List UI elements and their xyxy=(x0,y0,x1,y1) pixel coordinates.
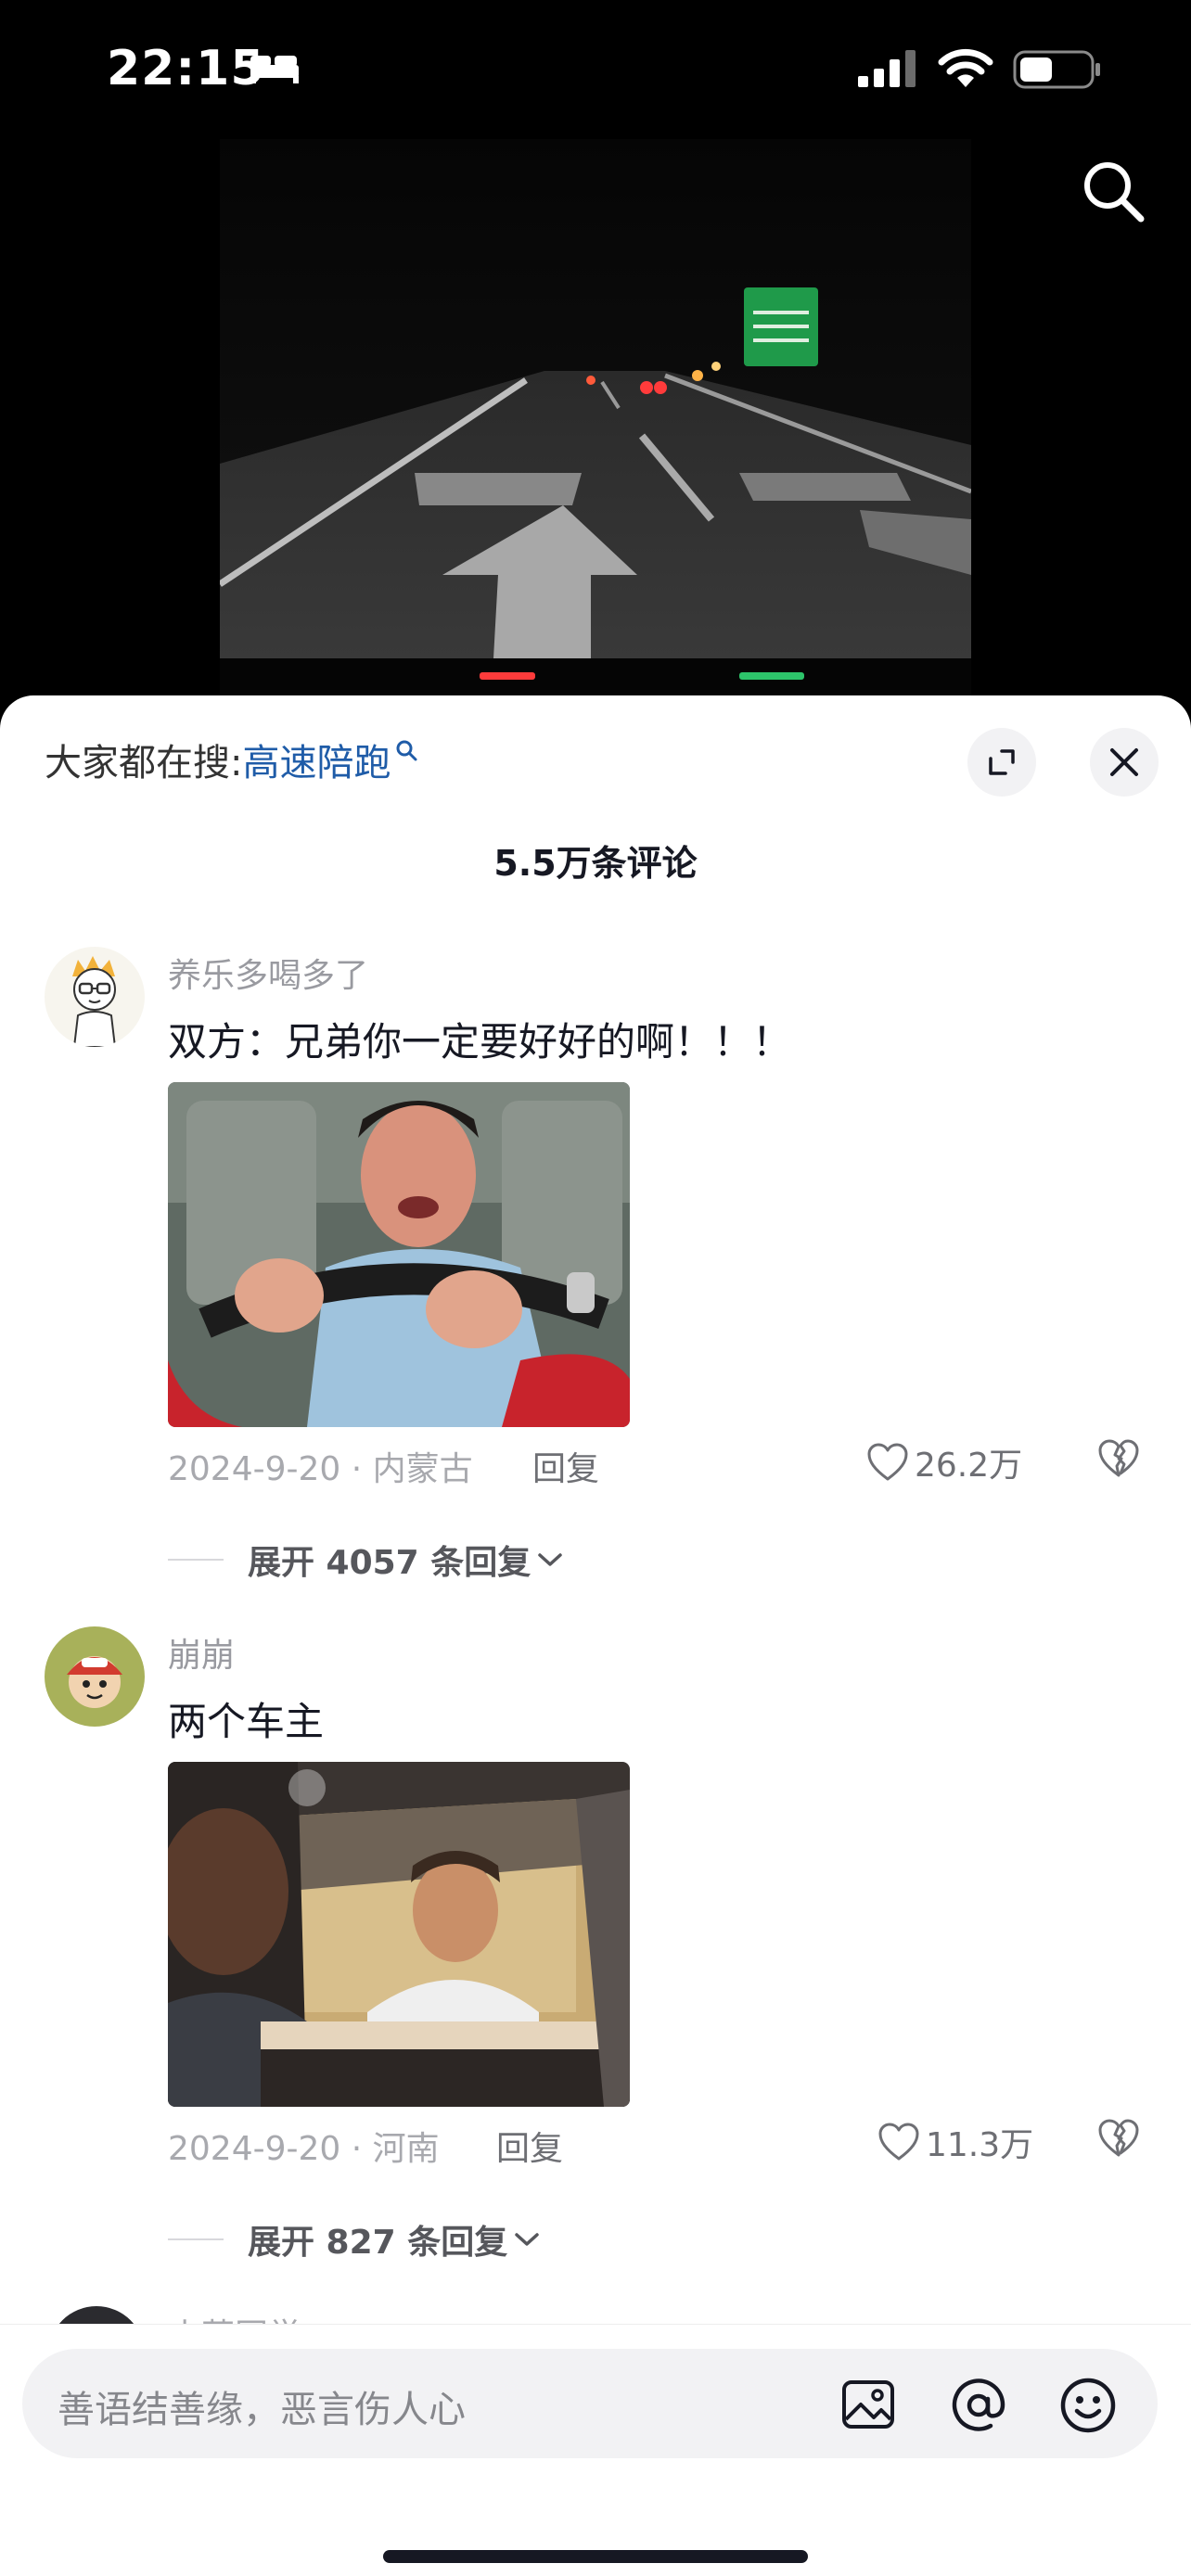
expand-replies-button[interactable]: 展开 827 条回复 xyxy=(168,2215,541,2264)
like-button[interactable]: 26.2万 xyxy=(866,1438,1022,1486)
mention-button[interactable] xyxy=(950,2377,1007,2438)
reply-button[interactable]: 回复 xyxy=(532,1442,599,1490)
expand-icon xyxy=(989,749,1015,775)
video-player[interactable] xyxy=(220,139,971,695)
comment-input-bar: 善语结善缘，恶言伤人心 xyxy=(0,2324,1191,2576)
chevron-down-icon xyxy=(538,1553,563,1566)
heart-icon xyxy=(867,1443,908,1481)
cellular-signal-icon xyxy=(858,50,916,87)
emoji-icon xyxy=(1060,2378,1116,2433)
at-icon xyxy=(952,2378,1005,2431)
comment-image[interactable] xyxy=(168,1082,630,1427)
image-button[interactable] xyxy=(840,2377,896,2436)
avatar-image xyxy=(45,1626,145,1727)
close-sheet-button[interactable] xyxy=(1090,728,1159,797)
crying-driver-image xyxy=(168,1082,630,1427)
comment-text: 双方：兄弟你一定要好好的啊！！！ xyxy=(168,1019,792,1065)
comment-sheet: 大家都在搜:高速陪跑 5.5万条评论 养乐多喝多了 双方：兄弟你一定要好好的啊！… xyxy=(0,695,1191,2576)
comment-meta: 2024-9-20 · 河南 xyxy=(168,2130,440,2168)
expand-sheet-button[interactable] xyxy=(967,728,1036,797)
divider-line xyxy=(168,1559,224,1561)
hot-search-bar[interactable]: 大家都在搜:高速陪跑 xyxy=(45,733,418,786)
hot-search-prefix: 大家都在搜: xyxy=(45,742,243,784)
heart-icon xyxy=(878,2123,919,2161)
expand-replies-label: 展开 4057 条回复 xyxy=(248,1544,531,1582)
home-indicator[interactable] xyxy=(383,2550,808,2563)
video-frame xyxy=(220,139,971,695)
comments-count-title: 5.5万条评论 xyxy=(493,843,698,884)
sleep-focus-icon xyxy=(250,56,299,83)
dislike-button[interactable] xyxy=(1097,1438,1140,1483)
chevron-down-icon xyxy=(515,2233,539,2246)
like-count: 11.3万 xyxy=(926,2126,1034,2164)
car-window-image xyxy=(168,1762,630,2107)
avatar[interactable] xyxy=(45,947,145,1047)
comment-meta: 2024-9-20 · 内蒙古 xyxy=(168,1450,473,1488)
hot-search-keyword[interactable]: 高速陪跑 xyxy=(242,742,391,784)
search-icon xyxy=(1084,162,1145,223)
image-icon xyxy=(842,2380,894,2429)
emoji-button[interactable] xyxy=(1059,2377,1117,2438)
status-time: 22:15 xyxy=(107,41,265,96)
reply-button[interactable]: 回复 xyxy=(496,2122,563,2170)
dislike-button[interactable] xyxy=(1097,2118,1140,2162)
search-icon xyxy=(396,740,417,761)
broken-heart-icon xyxy=(1098,2119,1139,2157)
comment-text: 两个车主 xyxy=(168,1699,325,1744)
expand-replies-button[interactable]: 展开 4057 条回复 xyxy=(168,1536,564,1584)
search-button[interactable] xyxy=(1078,156,1148,230)
divider-line xyxy=(168,2238,224,2240)
comment-input[interactable]: 善语结善缘，恶言伤人心 xyxy=(22,2349,1158,2458)
status-bar: 22:15 xyxy=(0,0,1191,139)
avatar-image xyxy=(45,947,145,1047)
broken-heart-icon xyxy=(1098,1439,1139,1477)
like-count: 26.2万 xyxy=(915,1447,1023,1485)
comment-image[interactable] xyxy=(168,1762,630,2107)
battery-icon xyxy=(1013,50,1100,89)
comment-username[interactable]: 崩崩 xyxy=(168,1628,235,1677)
comment-username[interactable]: 养乐多喝多了 xyxy=(168,949,368,997)
close-icon xyxy=(1110,748,1138,776)
like-button[interactable]: 11.3万 xyxy=(877,2118,1033,2166)
wifi-icon xyxy=(938,48,993,87)
expand-replies-label: 展开 827 条回复 xyxy=(248,2224,508,2262)
comment-input-placeholder: 善语结善缘，恶言伤人心 xyxy=(58,2389,466,2431)
avatar[interactable] xyxy=(45,1626,145,1727)
